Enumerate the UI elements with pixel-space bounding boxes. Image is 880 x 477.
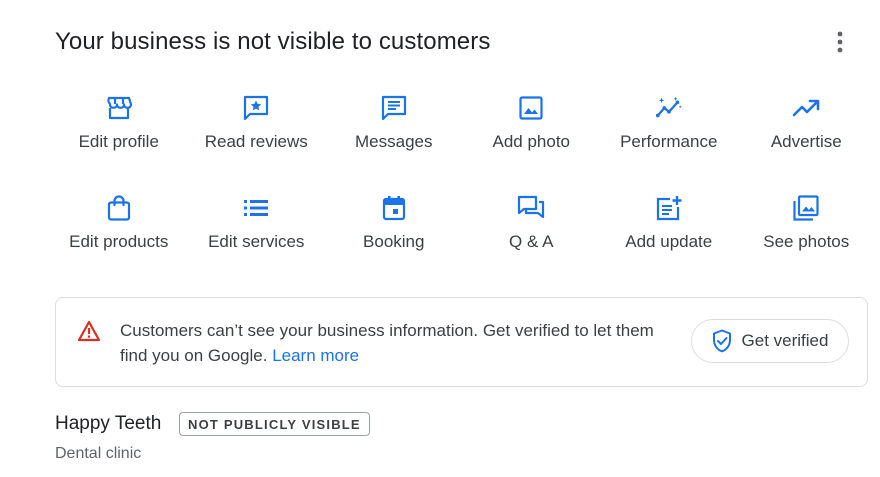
edit-products-label: Edit products [69, 232, 169, 251]
read-reviews-action[interactable]: Read reviews [188, 88, 326, 188]
read-reviews-label: Read reviews [204, 132, 308, 151]
message-icon [381, 95, 406, 121]
photo-icon [519, 96, 543, 120]
review-star-icon [244, 95, 269, 121]
q-and-a-label: Q & A [509, 232, 554, 251]
messages-label: Messages [355, 132, 433, 151]
business-name: Happy Teeth [55, 413, 162, 434]
quick-actions-grid: Edit profile Read reviews Messages Add p… [50, 88, 875, 288]
photo-library-icon [793, 195, 819, 221]
booking-action[interactable]: Booking [325, 188, 463, 288]
performance-label: Performance [620, 132, 718, 151]
see-photos-action[interactable]: See photos [738, 188, 876, 288]
post-add-icon [656, 196, 682, 221]
learn-more-link[interactable]: Learn more [272, 346, 359, 365]
add-update-action[interactable]: Add update [600, 188, 738, 288]
storefront-icon [106, 96, 132, 120]
advertise-action[interactable]: Advertise [738, 88, 876, 188]
more-options-button[interactable] [826, 28, 854, 56]
see-photos-label: See photos [763, 232, 850, 251]
forum-icon [518, 195, 545, 219]
edit-profile-label: Edit profile [78, 132, 159, 151]
insights-icon [655, 96, 682, 118]
booking-label: Booking [363, 232, 425, 251]
add-photo-action[interactable]: Add photo [463, 88, 601, 188]
more-vert-icon [837, 31, 843, 53]
edit-services-label: Edit services [208, 232, 305, 251]
add-photo-label: Add photo [492, 132, 570, 151]
calendar-icon [382, 196, 405, 221]
page-title: Your business is not visible to customer… [55, 28, 491, 55]
shopping-bag-icon [107, 195, 130, 221]
visibility-badge: NOT PUBLICLY VISIBLE [179, 412, 370, 436]
warning-icon [77, 320, 101, 342]
performance-action[interactable]: Performance [600, 88, 738, 188]
messages-action[interactable]: Messages [325, 88, 463, 188]
alert-text: Customers can’t see your business inform… [120, 321, 654, 365]
edit-products-action[interactable]: Edit products [50, 188, 188, 288]
q-and-a-action[interactable]: Q & A [463, 188, 601, 288]
business-category: Dental clinic [55, 445, 142, 462]
list-icon [244, 200, 269, 216]
get-verified-label: Get verified [741, 331, 829, 350]
advertise-label: Advertise [770, 132, 842, 151]
trending-up-icon [792, 99, 820, 117]
shield-check-icon [712, 329, 731, 353]
get-verified-button[interactable]: Get verified [691, 319, 849, 363]
edit-services-action[interactable]: Edit services [188, 188, 326, 288]
alert-message: Customers can’t see your business inform… [120, 318, 660, 368]
verification-alert: Customers can’t see your business inform… [55, 297, 868, 387]
edit-profile-action[interactable]: Edit profile [50, 88, 188, 188]
add-update-label: Add update [625, 232, 713, 251]
